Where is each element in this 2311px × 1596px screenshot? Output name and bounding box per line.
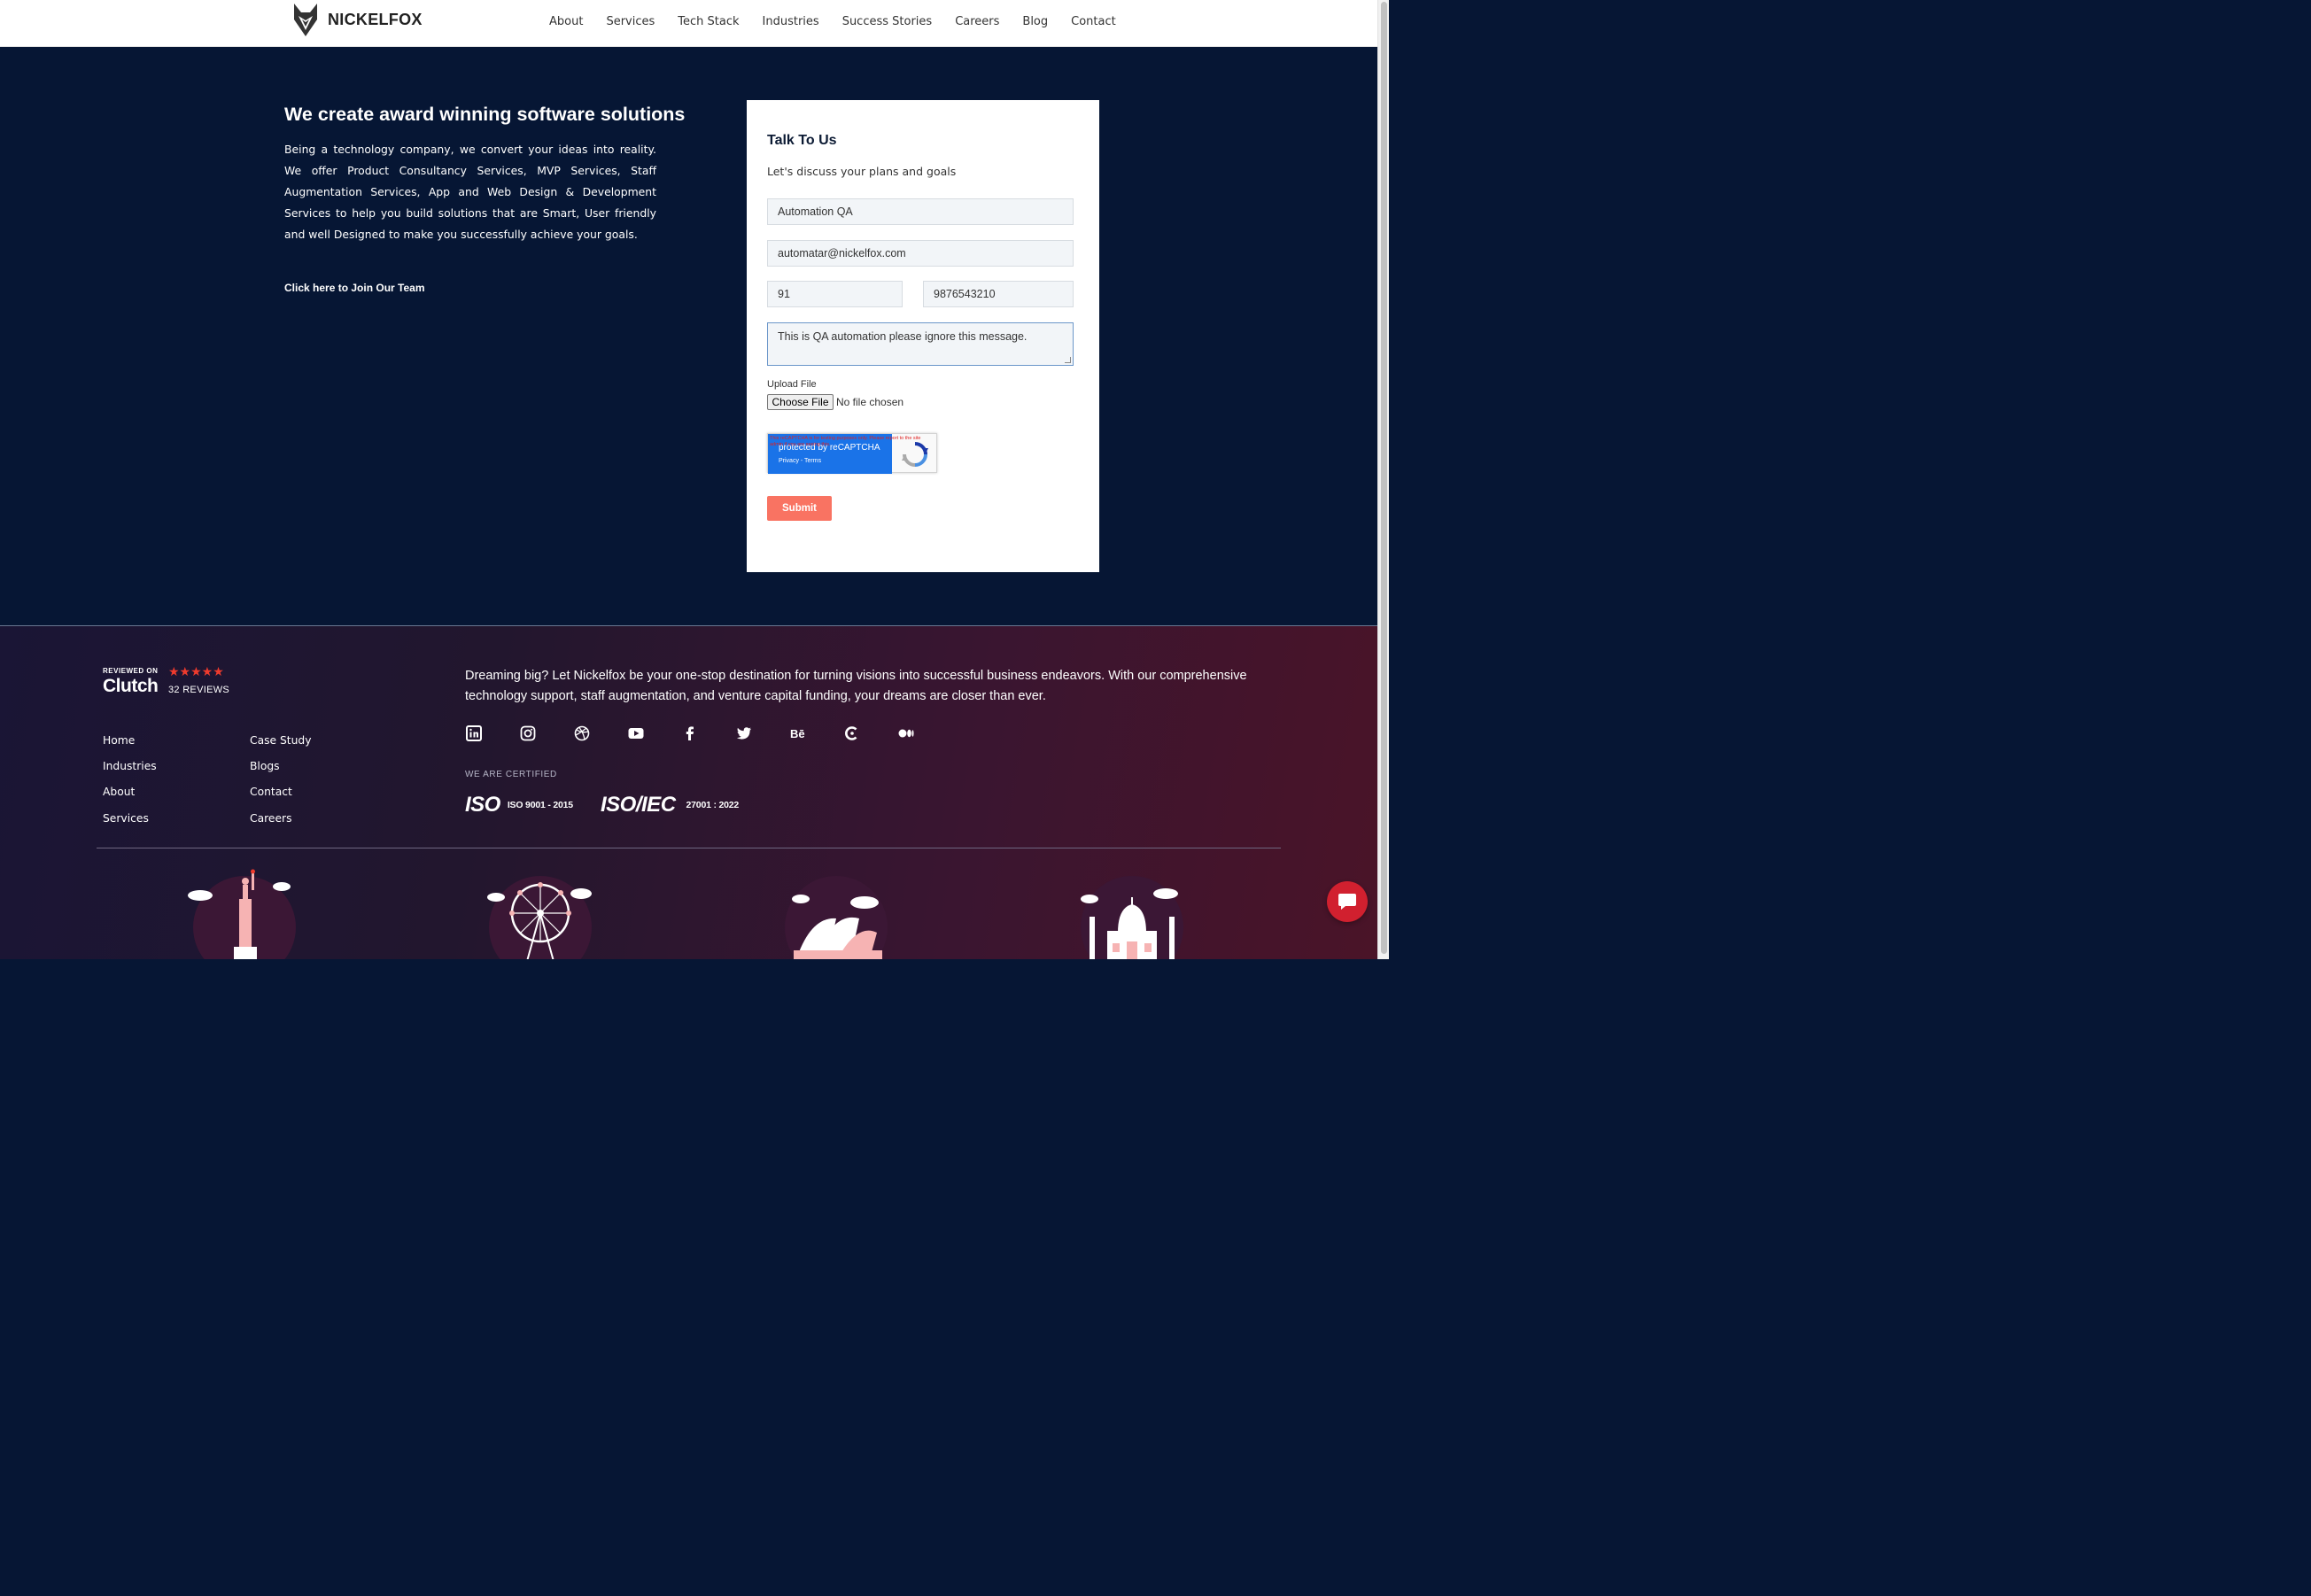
svg-text:Bē: Bē <box>790 727 805 740</box>
contact-form-card: Talk To Us Let's discuss your plans and … <box>747 100 1099 572</box>
nav-success-stories[interactable]: Success Stories <box>842 15 933 28</box>
nav-about[interactable]: About <box>549 15 583 28</box>
instagram-icon[interactable] <box>519 724 536 741</box>
choose-file-button[interactable]: Choose File <box>767 394 834 410</box>
iso-9001-badge: ISO ISO 9001 - 2015 <box>465 793 573 817</box>
london-eye-icon <box>487 876 592 959</box>
clutch-reviewed-on: REVIEWED ON <box>103 667 159 675</box>
form-title: Talk To Us <box>767 133 837 148</box>
clutch-stars: ★★★★★ <box>168 665 224 679</box>
iso-logo: ISO <box>465 793 500 817</box>
scrollbar-thumb[interactable] <box>1381 2 1387 954</box>
recaptcha-icon <box>902 442 928 467</box>
phone-field[interactable]: 9876543210 <box>923 281 1074 307</box>
nav-careers[interactable]: Careers <box>955 15 999 28</box>
email-field[interactable]: automatar@nickelfox.com <box>767 240 1074 267</box>
chat-widget-button[interactable] <box>1327 881 1368 922</box>
main-nav: About Services Tech Stack Industries Suc… <box>549 15 1139 28</box>
medium-icon[interactable] <box>897 724 914 741</box>
no-file-text: No file chosen <box>836 396 904 408</box>
footer-link-contact[interactable]: Contact <box>250 786 292 798</box>
social-links: Bē <box>465 724 951 741</box>
clutch-icon[interactable] <box>843 724 860 741</box>
chat-bubble-icon <box>1338 894 1356 910</box>
nav-industries[interactable]: Industries <box>763 15 819 28</box>
message-text: This is QA automation please ignore this… <box>778 330 1028 343</box>
recaptcha-badge[interactable]: protected by reCAPTCHA Privacy - Terms T… <box>767 433 937 474</box>
clutch-logo: Clutch <box>103 676 159 696</box>
footer-link-about[interactable]: About <box>103 786 135 798</box>
iso-27001-number: 27001 : 2022 <box>686 800 740 810</box>
facebook-icon[interactable] <box>681 724 698 741</box>
brand-name: NICKELFOX <box>328 11 423 28</box>
statue-of-liberty-icon <box>188 869 296 959</box>
country-code-field[interactable]: 91 <box>767 281 903 307</box>
resize-handle[interactable] <box>1065 357 1071 363</box>
footer-link-industries[interactable]: Industries <box>103 760 157 772</box>
footer-link-case-study[interactable]: Case Study <box>250 734 312 747</box>
sydney-opera-house-icon <box>785 876 888 959</box>
iso-9001-number: ISO 9001 - 2015 <box>507 800 573 810</box>
nav-contact[interactable]: Contact <box>1071 15 1116 28</box>
behance-icon[interactable]: Bē <box>789 724 806 741</box>
linkedin-icon[interactable] <box>465 724 482 741</box>
hero-title: We create award winning software solutio… <box>284 104 686 125</box>
name-field[interactable]: Automation QA <box>767 198 1074 225</box>
fox-logo-icon <box>294 4 317 36</box>
site-header: NICKELFOX About Services Tech Stack Indu… <box>0 0 1377 47</box>
nav-services[interactable]: Services <box>606 15 655 28</box>
brand-logo[interactable]: NICKELFOX <box>292 4 423 36</box>
page-scrollbar[interactable] <box>1377 0 1389 959</box>
footer-tagline: Dreaming big? Let Nickelfox be your one-… <box>465 669 1247 703</box>
dribbble-icon[interactable] <box>573 724 590 741</box>
footer-link-services[interactable]: Services <box>103 812 149 825</box>
upload-label: Upload File <box>767 379 817 390</box>
recaptcha-links[interactable]: Privacy - Terms <box>779 458 821 464</box>
join-team-link[interactable]: Click here to Join Our Team <box>284 282 424 294</box>
taj-mahal-icon <box>1081 876 1183 959</box>
iso-iec-logo: ISO/IEC <box>601 793 676 817</box>
message-textarea[interactable]: This is QA automation please ignore this… <box>767 322 1074 366</box>
nav-tech-stack[interactable]: Tech Stack <box>678 15 739 28</box>
submit-button[interactable]: Submit <box>767 496 832 521</box>
certified-title: WE ARE CERTIFIED <box>465 770 557 779</box>
clutch-badge[interactable]: REVIEWED ON Clutch ★★★★★ 32 REVIEWS <box>103 665 229 697</box>
site-footer: REVIEWED ON Clutch ★★★★★ 32 REVIEWS Home… <box>0 625 1377 959</box>
iso-27001-badge: ISO/IEC 27001 : 2022 <box>601 793 739 817</box>
form-subtitle: Let's discuss your plans and goals <box>767 165 957 178</box>
youtube-icon[interactable] <box>627 724 644 741</box>
footer-link-careers[interactable]: Careers <box>250 812 292 825</box>
footer-link-blogs[interactable]: Blogs <box>250 760 280 772</box>
clutch-review-count: 32 REVIEWS <box>168 685 230 695</box>
footer-link-home[interactable]: Home <box>103 734 135 747</box>
twitter-icon[interactable] <box>735 724 752 741</box>
nav-blog[interactable]: Blog <box>1022 15 1048 28</box>
hero-description: Being a technology company, we convert y… <box>284 143 656 241</box>
